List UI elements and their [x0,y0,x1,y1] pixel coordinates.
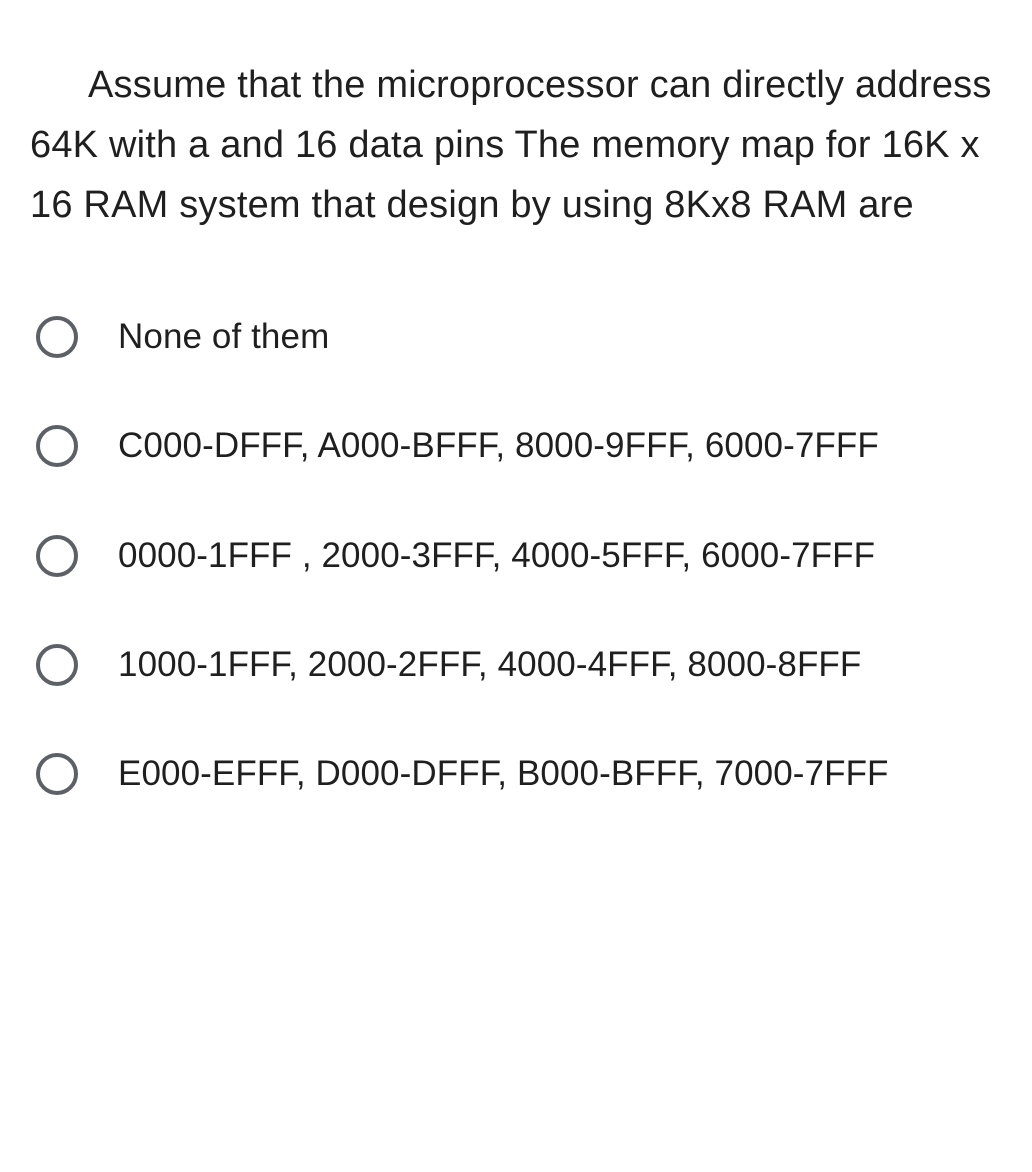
radio-icon[interactable] [36,316,78,358]
option-label: E000-EFFF, D000-DFFF, B000-BFFF, 7000-7F… [118,747,889,801]
radio-icon[interactable] [36,425,78,467]
question-text-content: Assume that the microprocessor can direc… [30,64,992,226]
option-row[interactable]: 0000-1FFF , 2000-3FFF, 4000-5FFF, 6000-7… [30,529,1002,583]
radio-icon[interactable] [36,753,78,795]
option-row[interactable]: C000-DFFF, A000-BFFF, 8000-9FFF, 6000-7F… [30,419,1002,473]
question-page: Assume that the microprocessor can direc… [0,0,1032,811]
radio-icon[interactable] [36,644,78,686]
option-row[interactable]: E000-EFFF, D000-DFFF, B000-BFFF, 7000-7F… [30,747,1002,801]
radio-icon[interactable] [36,535,78,577]
option-row[interactable]: 1000-1FFF, 2000-2FFF, 4000-4FFF, 8000-8F… [30,638,1002,692]
option-label: 0000-1FFF , 2000-3FFF, 4000-5FFF, 6000-7… [118,529,875,583]
option-label: C000-DFFF, A000-BFFF, 8000-9FFF, 6000-7F… [118,419,879,473]
options-list: None of them C000-DFFF, A000-BFFF, 8000-… [30,310,1002,801]
option-label: None of them [118,310,329,364]
question-text: Assume that the microprocessor can direc… [30,55,1002,235]
option-row[interactable]: None of them [30,310,1002,364]
option-label: 1000-1FFF, 2000-2FFF, 4000-4FFF, 8000-8F… [118,638,861,692]
